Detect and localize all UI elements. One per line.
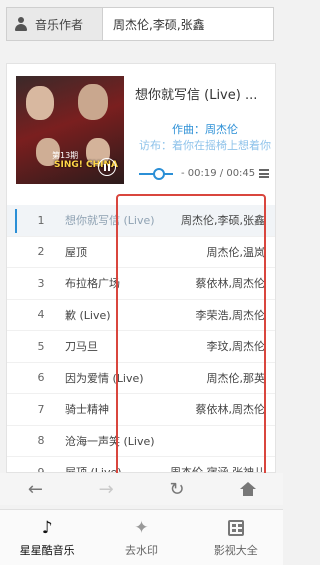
track-number: 8 — [37, 434, 45, 448]
track-name: 歉 (Live) — [65, 308, 111, 322]
playlist-row[interactable]: 5 刀马旦 李玟,周杰伦 — [7, 331, 275, 363]
time-display: - 00:19 / 00:45 — [181, 168, 256, 179]
playlist-row[interactable]: 1 想你就写信 (Live) 周杰伦,李硕,张鑫 — [7, 205, 275, 237]
track-name: 因为爱情 (Live) — [65, 371, 144, 385]
track-artist: 李荣浩,周杰伦 — [195, 308, 266, 322]
author-value: 周杰伦,李硕,张鑫 — [113, 17, 205, 32]
track-name: 刀马旦 — [65, 340, 98, 354]
playlist-row[interactable]: 8 沧海一声笑 (Live) — [7, 426, 275, 457]
tab-watermark[interactable]: ✦ 去水印 — [94, 510, 188, 565]
track-artist: 周杰伦,温岚 — [206, 245, 266, 259]
playlist-row[interactable]: 7 骑士精神 蔡依林,周杰伦 — [7, 394, 275, 426]
track-name: 想你就写信 (Live) — [65, 214, 155, 228]
tab-label: 星星酷音乐 — [19, 543, 75, 557]
track-name: 屋顶 (Live) — [65, 466, 122, 473]
bottom-tab-bar: ♪ 星星酷音乐 ✦ 去水印 影视大全 — [0, 509, 283, 565]
grid-icon — [227, 519, 244, 536]
track-name: 骑士精神 — [65, 403, 109, 417]
author-label: 音乐作者 — [35, 17, 84, 32]
track-name: 布拉格广场 — [65, 277, 120, 291]
track-number: 5 — [37, 339, 45, 353]
arrow-right-icon[interactable]: → — [86, 475, 126, 503]
track-number: 6 — [37, 371, 45, 385]
playlist-row[interactable]: 2 屋顶 周杰伦,温岚 — [7, 237, 275, 268]
lyric-line: 访布：着你在摇椅上想着你 — [139, 139, 271, 152]
track-artist: 蔡依林,周杰伦 — [195, 403, 266, 417]
player-card: 第13期 SING! CHINA 想你就写信 (Live) ... 作曲：周杰伦… — [6, 63, 276, 473]
track-name: 屋顶 — [65, 245, 87, 259]
track-artist: 周杰伦,李硕,张鑫 — [181, 214, 265, 228]
tab-label: 影视大全 — [213, 543, 258, 557]
album-cover[interactable]: 第13期 SING! CHINA — [16, 76, 124, 184]
track-number: 1 — [37, 213, 45, 227]
track-number: 7 — [37, 402, 45, 416]
menu-icon[interactable] — [259, 169, 269, 178]
user-icon — [15, 17, 27, 31]
cover-person — [26, 86, 54, 120]
pause-icon[interactable] — [98, 158, 116, 176]
composer-credit: 作曲：周杰伦 — [172, 123, 238, 136]
track-artist: 李玟,周杰伦 — [206, 340, 266, 354]
cover-person — [78, 84, 108, 120]
song-title: 想你就写信 (Live) ... — [135, 88, 258, 103]
track-artist: 周杰伦,宿涵,张神儿 — [170, 466, 265, 473]
author-label-cell: 音乐作者 — [7, 8, 103, 40]
playlist-row[interactable]: 3 布拉格广场 蔡依林,周杰伦 — [7, 268, 275, 300]
track-number: 2 — [37, 245, 45, 259]
author-info-box: 音乐作者 周杰伦,李硕,张鑫 — [6, 7, 274, 41]
browser-nav-bar: ← → ↻ — [0, 473, 283, 505]
playlist: 1 想你就写信 (Live) 周杰伦,李硕,张鑫 2 屋顶 周杰伦,温岚 3 布拉格广场 蔡依林… — [7, 205, 275, 473]
track-name: 沧海一声笑 (Live) — [65, 434, 155, 448]
progress-bar[interactable]: - 00:19 / 00:45 — [135, 166, 271, 182]
progress-knob[interactable] — [153, 168, 165, 180]
track-artist: 周杰伦,那英 — [206, 371, 266, 385]
track-number: 3 — [37, 276, 45, 290]
refresh-icon[interactable]: ↻ — [157, 475, 197, 503]
home-icon[interactable] — [228, 475, 268, 503]
magic-wand-icon: ✦ — [134, 517, 149, 538]
track-artist: 蔡依林,周杰伦 — [195, 277, 266, 291]
track-number: 4 — [37, 308, 45, 322]
playlist-row[interactable]: 4 歉 (Live) 李荣浩,周杰伦 — [7, 300, 275, 331]
author-info-row: 音乐作者 周杰伦,李硕,张鑫 — [0, 0, 283, 48]
tab-video[interactable]: 影视大全 — [189, 510, 283, 565]
tab-music[interactable]: ♪ 星星酷音乐 — [0, 510, 94, 565]
tab-label: 去水印 — [124, 543, 158, 557]
playlist-row[interactable]: 6 因为爱情 (Live) 周杰伦,那英 — [7, 363, 275, 394]
track-number: 9 — [37, 465, 45, 473]
arrow-left-icon[interactable]: ← — [15, 475, 55, 503]
music-note-icon: ♪ — [41, 517, 53, 538]
playlist-row[interactable]: 9 屋顶 (Live) 周杰伦,宿涵,张神儿 — [7, 457, 275, 473]
